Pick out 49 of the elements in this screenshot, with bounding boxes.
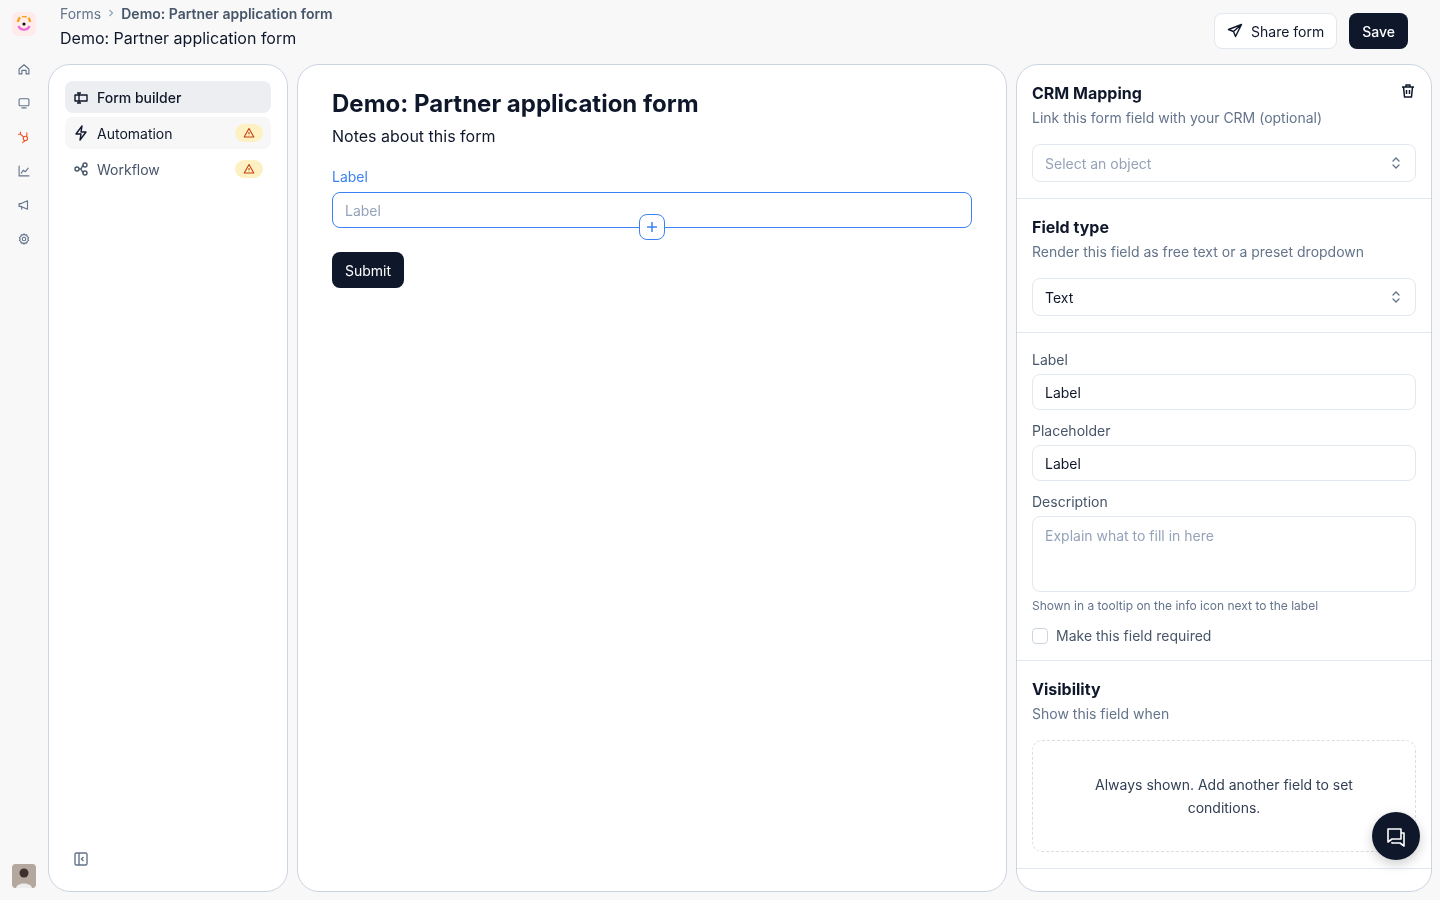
field-label: Placeholder	[1032, 422, 1112, 439]
field-label: Label	[332, 168, 368, 185]
section-title: CRM Mapping	[1032, 83, 1142, 103]
nav-item[interactable]: Form builder	[65, 81, 271, 113]
workflow-icon	[73, 161, 89, 177]
home-icon[interactable]	[17, 62, 31, 76]
placeholder-input[interactable]: Label	[1032, 445, 1416, 481]
save-button[interactable]: Save	[1349, 13, 1408, 49]
submit-button[interactable]: Submit	[332, 252, 405, 288]
chevron-up-down-icon	[1391, 290, 1401, 304]
form-title: Demo: Partner application form	[332, 89, 700, 118]
nav-item[interactable]: Automation	[65, 117, 271, 149]
nav-item[interactable]: Workflow	[65, 153, 271, 185]
field-label: Description	[1032, 493, 1109, 510]
section-subtitle: Show this field when	[1032, 705, 1171, 722]
chevron-right-icon	[107, 9, 116, 17]
avatar[interactable]	[12, 864, 36, 888]
label-input[interactable]: Label	[1032, 374, 1416, 410]
chevron-up-down-icon	[1391, 156, 1401, 170]
monitor-icon[interactable]	[17, 96, 31, 110]
breadcrumb-current: Demo: Partner application form	[121, 4, 333, 22]
chat-icon	[1385, 825, 1407, 847]
description-input[interactable]: Explain what to fill in here	[1032, 516, 1416, 592]
settings-icon[interactable]	[17, 232, 31, 246]
add-field-button[interactable]	[639, 214, 665, 240]
section-subtitle: Link this form field with your CRM (optional)	[1032, 109, 1324, 126]
page-title: Demo: Partner application form	[60, 27, 298, 48]
section-title: Visibility	[1032, 679, 1102, 699]
breadcrumb-link[interactable]: Forms	[60, 4, 102, 22]
trash-icon[interactable]	[1400, 83, 1416, 99]
send-icon	[1227, 23, 1244, 39]
plus-icon	[646, 221, 658, 233]
label-input[interactable]: Label	[332, 192, 972, 228]
required-checkbox[interactable]	[1032, 627, 1048, 644]
section-subtitle: Render this field as free text or a preset dropdown	[1032, 243, 1366, 260]
chart-icon[interactable]	[17, 164, 31, 178]
field-type-select[interactable]: Text	[1032, 278, 1416, 316]
app-logo[interactable]	[12, 12, 36, 36]
hub-icon[interactable]	[17, 130, 31, 144]
lightning-icon	[73, 125, 89, 141]
section-title: Field type	[1032, 217, 1110, 237]
megaphone-icon[interactable]	[17, 198, 31, 212]
form-builder-icon	[73, 89, 89, 105]
help-text: Shown in a tooltip on the info icon next to the label	[1032, 598, 1320, 613]
share-form-button[interactable]: Share form	[1214, 13, 1338, 49]
field-label: Label	[1032, 351, 1069, 368]
checkbox-label: Make this field required	[1056, 627, 1212, 644]
form-notes: Notes about this form	[332, 126, 497, 146]
collapse-sidebar-icon[interactable]	[73, 851, 89, 867]
